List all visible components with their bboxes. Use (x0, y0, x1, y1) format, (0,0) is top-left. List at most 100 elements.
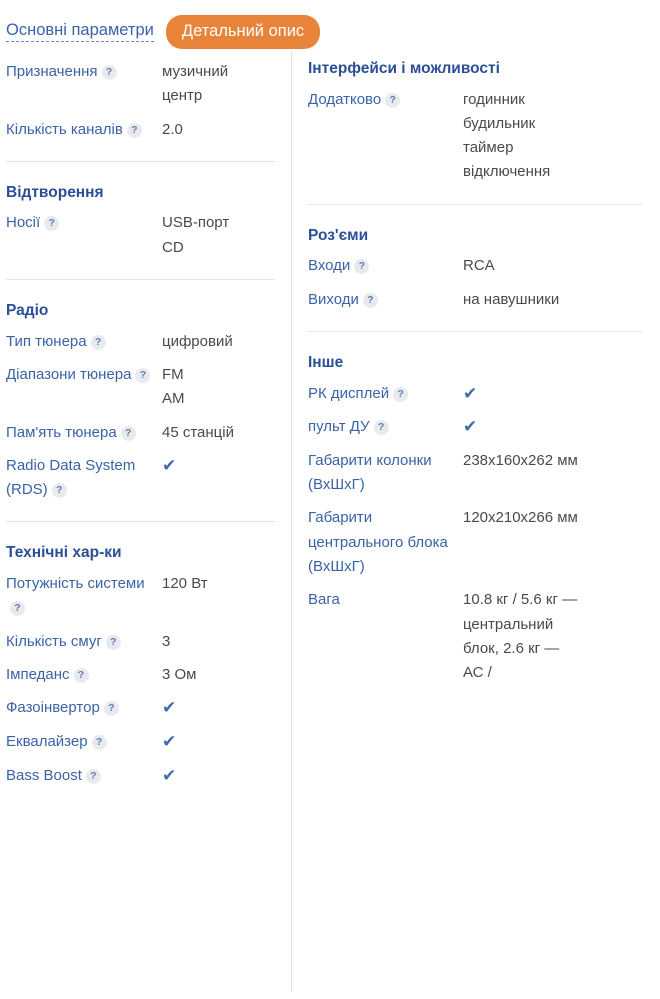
spec-label-radio-data-system-rds[interactable]: Radio Data System (RDS)? (6, 454, 162, 503)
spec-label-text: Кількість смуг (6, 632, 102, 650)
tab-bar: Основні параметри Детальний опис (0, 0, 660, 52)
section-divider (6, 521, 275, 523)
tab-main-parameters-label: Основні параметри (6, 20, 154, 39)
help-icon[interactable]: ? (362, 292, 378, 308)
spec-section-технічні-хар-ки: Технічні хар-ки Потужність системи? 120 Вт… (6, 544, 291, 788)
spec-label-призначення[interactable]: Призначення? (6, 60, 162, 84)
spec-label-text: Діапазони тюнера (6, 365, 132, 383)
spec-label-вага[interactable]: Вага (308, 588, 463, 612)
spec-label-text: Radio Data System (RDS) (6, 456, 136, 499)
spec-label-габарити-центрального-блока-вхшхг[interactable]: Габарити центрального блока (ВхШхГ) (308, 506, 463, 579)
checkmark-icon: ✔ (162, 731, 177, 751)
spec-row: Додатково? годинник будильник таймер відк… (308, 88, 642, 185)
spec-label-діапазони-тюнера[interactable]: Діапазони тюнера? (6, 363, 162, 387)
spec-row: Вага 10.8 кг / 5.6 кг — центральний блок,… (308, 588, 642, 685)
spec-label-text: Еквалайзер (6, 732, 88, 750)
spec-label-габарити-колонки-вхшхг[interactable]: Габарити колонки (ВхШхГ) (308, 449, 463, 498)
spec-section-відтворення: Відтворення Носії? USB-порт CD (6, 184, 291, 260)
spec-value: 10.8 кг / 5.6 кг — центральний блок, 2.6… (463, 591, 578, 682)
spec-row: Еквалайзер? ✔ (6, 730, 291, 755)
spec-value: на навушники (463, 290, 560, 308)
spec-label-text: Носії (6, 214, 41, 232)
spec-label-кількість-каналів[interactable]: Кількість каналів? (6, 118, 162, 142)
tab-detailed-description[interactable]: Детальний опис (165, 15, 321, 49)
help-icon[interactable]: ? (51, 483, 67, 499)
spec-label-еквалайзер[interactable]: Еквалайзер? (6, 730, 162, 754)
spec-label-виходи[interactable]: Виходи? (308, 288, 463, 312)
help-icon[interactable]: ? (10, 601, 25, 617)
help-icon[interactable]: ? (105, 634, 121, 650)
spec-label-text: Імпеданс (6, 665, 70, 683)
spec-row: Габарити колонки (ВхШхГ) 238x160x262 мм (308, 449, 642, 498)
spec-label-text: Виходи (308, 290, 359, 308)
spec-row: Габарити центрального блока (ВхШхГ) 120x2… (308, 506, 642, 579)
section-title: Технічні хар-ки (6, 544, 122, 562)
spec-label-імпеданс[interactable]: Імпеданс? (6, 663, 162, 687)
help-icon[interactable]: ? (91, 734, 107, 750)
spec-label-bass-boost[interactable]: Bass Boost? (6, 764, 162, 788)
section-divider (308, 203, 642, 205)
spec-label-text: Габарити колонки (ВхШхГ) (308, 451, 432, 494)
spec-label-фазоінвертор[interactable]: Фазоінвертор? (6, 696, 162, 720)
spec-label-text: пульт ДУ (308, 418, 370, 436)
help-icon[interactable]: ? (73, 667, 89, 683)
help-icon[interactable]: ? (85, 768, 101, 784)
help-icon[interactable]: ? (120, 425, 136, 441)
help-icon[interactable]: ? (101, 65, 117, 80)
spec-column-left: Призначення? музичний центр Кількість кана… (0, 52, 291, 797)
spec-row: Radio Data System (RDS)? ✔ (6, 454, 291, 503)
spec-label-text: Входи (308, 257, 351, 275)
spec-label-text: Призначення (6, 63, 98, 80)
section-title: Роз'єми (308, 226, 369, 244)
spec-label-кількість-смуг[interactable]: Кількість смуг? (6, 630, 162, 654)
spec-section-інтерфейси-і-можливості: Інтерфейси і можливості Додатково? годинни… (308, 60, 642, 185)
spec-row: пульт ДУ? ✔ (308, 415, 642, 440)
spec-value: цифровий (162, 332, 233, 350)
help-icon[interactable]: ? (135, 367, 151, 383)
spec-label-потужність-системи[interactable]: Потужність системи? (6, 572, 162, 621)
tab-main-parameters[interactable]: Основні параметри (6, 22, 154, 43)
spec-label-додатково[interactable]: Додатково? (308, 88, 463, 112)
spec-row: РК дисплей? ✔ (308, 382, 642, 407)
spec-columns: Призначення? музичний центр Кількість кана… (0, 52, 660, 999)
spec-label-text: Додатково (308, 90, 382, 108)
help-icon[interactable]: ? (373, 420, 389, 436)
help-icon[interactable]: ? (44, 216, 60, 232)
spec-label-text: Тип тюнера (6, 332, 87, 350)
spec-row: Тип тюнера? цифровий (6, 330, 291, 354)
spec-value: годинник будильник таймер відключення (463, 90, 551, 181)
help-icon[interactable]: ? (393, 386, 409, 402)
spec-value: RCA (463, 257, 495, 275)
tab-detailed-description-label: Детальний опис (181, 22, 305, 41)
help-icon[interactable]: ? (126, 122, 142, 138)
spec-value: 45 станцій (162, 423, 234, 441)
section-divider (308, 330, 642, 332)
help-icon[interactable]: ? (385, 92, 401, 108)
spec-value: FM AM (162, 365, 185, 408)
section-title: Відтворення (6, 183, 104, 201)
section-title: Інше (308, 353, 344, 371)
spec-value: 120 Вт (162, 575, 208, 593)
spec-label-рк-дисплей[interactable]: РК дисплей? (308, 382, 463, 406)
spec-label-text: РК дисплей (308, 384, 390, 402)
section-divider (6, 160, 275, 162)
spec-row: Носії? USB-порт CD (6, 211, 291, 260)
spec-value: 3 (162, 632, 171, 650)
spec-label-память-тюнера[interactable]: Пам'ять тюнера? (6, 421, 162, 445)
help-icon[interactable]: ? (90, 334, 106, 350)
spec-label-text: Габарити центрального блока (ВхШхГ) (308, 509, 448, 576)
help-icon[interactable]: ? (103, 701, 119, 717)
help-icon[interactable]: ? (354, 259, 370, 275)
spec-label-входи[interactable]: Входи? (308, 254, 463, 278)
spec-row: Пам'ять тюнера? 45 станцій (6, 421, 291, 445)
spec-label-тип-тюнера[interactable]: Тип тюнера? (6, 330, 162, 354)
checkmark-icon: ✔ (463, 417, 478, 437)
spec-value: 238x160x262 мм (463, 451, 578, 469)
spec-row: Кількість смуг? 3 (6, 630, 291, 654)
spec-value: 3 Ом (162, 665, 197, 683)
section-title: Інтерфейси і можливості (308, 60, 500, 77)
spec-section-розєми: Роз'єми Входи? RCA Виходи? на навушники (308, 227, 642, 312)
spec-label-носії[interactable]: Носії? (6, 211, 162, 235)
spec-label-пульт-ду[interactable]: пульт ДУ? (308, 415, 463, 439)
spec-row: Призначення? музичний центр (6, 60, 291, 109)
